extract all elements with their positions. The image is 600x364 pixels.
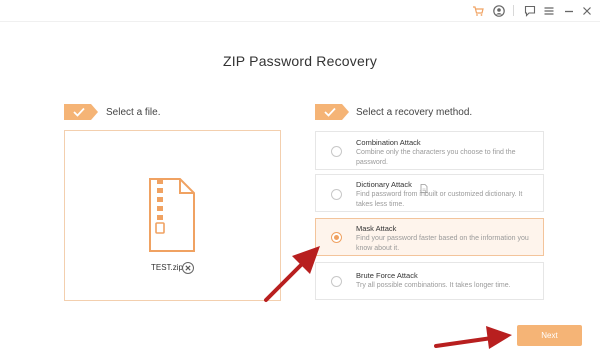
annotation-arrow-next	[434, 326, 512, 349]
annotation-arrow-mask-attack	[264, 246, 320, 302]
annotation-arrows	[264, 246, 512, 349]
